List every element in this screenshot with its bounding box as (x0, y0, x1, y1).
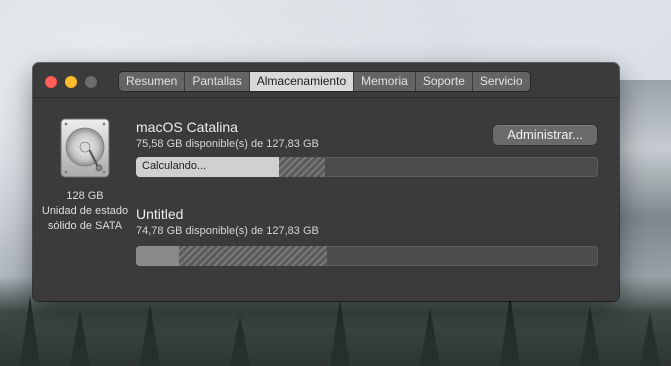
disk-type-line1: Unidad de estado (41, 205, 129, 217)
storage-bar (136, 246, 598, 266)
internal-drive-icon (58, 117, 112, 179)
tab-resumen[interactable]: Resumen (119, 72, 186, 91)
storage-status: Calculando... (142, 160, 207, 172)
tab-bar: Resumen Pantallas Almacenamiento Memoria… (119, 72, 530, 91)
tab-memoria[interactable]: Memoria (354, 72, 416, 91)
storage-pending-segment (179, 246, 327, 266)
tab-soporte[interactable]: Soporte (415, 72, 473, 91)
about-this-mac-window: Resumen Pantallas Almacenamiento Memoria… (33, 63, 619, 301)
storage-pending-segment (279, 157, 325, 177)
zoom-window-button[interactable] (85, 76, 97, 88)
tab-pantallas[interactable]: Pantallas (185, 72, 250, 91)
storage-bar: Calculando... (136, 157, 598, 177)
tab-servicio[interactable]: Servicio (472, 72, 530, 91)
volume-available: 74,78 GB disponible(s) de 127,83 GB (136, 225, 319, 237)
volume-available: 75,58 GB disponible(s) de 127,83 GB (136, 138, 319, 150)
close-window-button[interactable] (45, 76, 57, 88)
volume-name: Untitled (136, 206, 184, 222)
tab-almacenamiento[interactable]: Almacenamiento (249, 72, 355, 91)
title-divider (33, 97, 619, 98)
volume-name: macOS Catalina (136, 119, 238, 135)
manage-button[interactable]: Administrar... (493, 125, 597, 145)
title-bar: Resumen Pantallas Almacenamiento Memoria… (33, 63, 619, 97)
minimize-window-button[interactable] (65, 76, 77, 88)
storage-used-segment (136, 246, 179, 266)
disk-info: 128 GB Unidad de estado sólido de SATA (35, 189, 135, 234)
disk-type-line2: sólido de SATA (47, 220, 123, 232)
disk-size: 128 GB (66, 190, 104, 202)
